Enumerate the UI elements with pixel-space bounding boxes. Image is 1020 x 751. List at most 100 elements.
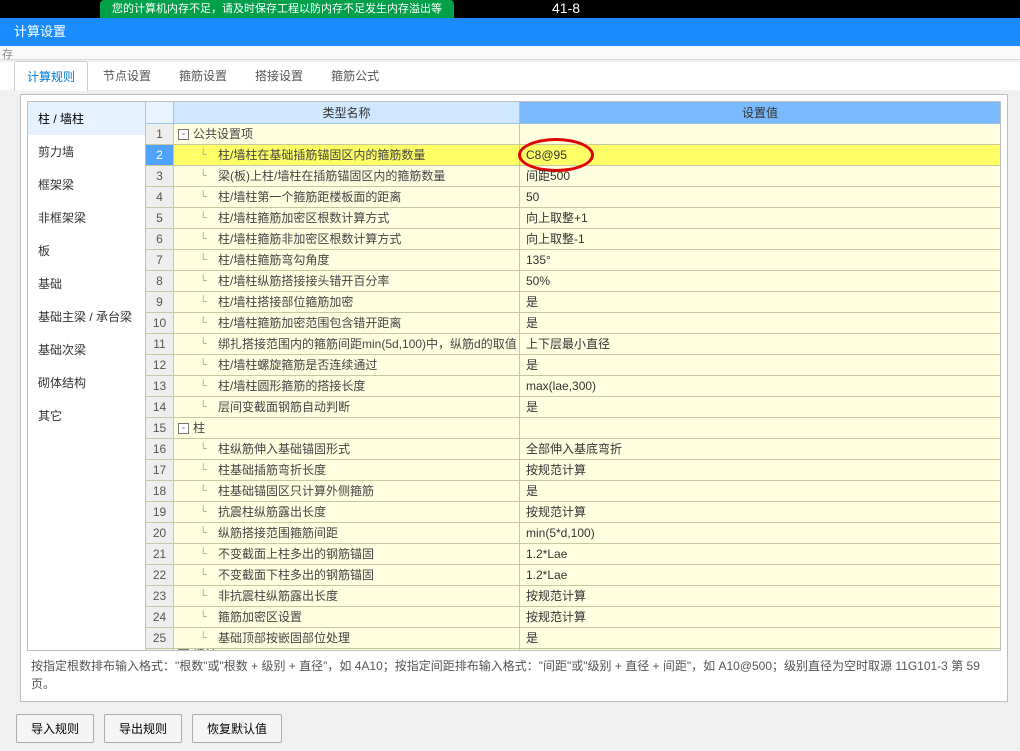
- table-row[interactable]: 16 └ 柱纵筋伸入基础锚固形式全部伸入基底弯折: [146, 439, 1000, 460]
- table-row[interactable]: 21 └ 不变截面上柱多出的钢筋锚固1.2*Lae: [146, 544, 1000, 565]
- sidebar-item-2[interactable]: 框架梁: [28, 168, 145, 201]
- row-label: 墙柱: [193, 649, 217, 650]
- row-value-cell[interactable]: 是: [520, 628, 1000, 648]
- table-row[interactable]: 6 └ 柱/墙柱箍筋非加密区根数计算方式向上取整-1: [146, 229, 1000, 250]
- row-number: 9: [146, 292, 174, 312]
- row-value-cell[interactable]: max(lae,300): [520, 376, 1000, 396]
- table-row[interactable]: 7 └ 柱/墙柱箍筋弯勾角度135°: [146, 250, 1000, 271]
- row-name-cell: └ 层间变截面钢筋自动判断: [174, 397, 520, 417]
- grid-header-name[interactable]: 类型名称: [174, 102, 520, 123]
- table-row[interactable]: 3 └ 梁(板)上柱/墙柱在插筋锚固区内的箍筋数量间距500: [146, 166, 1000, 187]
- row-label: 柱基础锚固区只计算外侧箍筋: [218, 481, 374, 501]
- table-row[interactable]: 10 └ 柱/墙柱箍筋加密范围包含错开距离是: [146, 313, 1000, 334]
- row-value-cell[interactable]: 1.2*Lae: [520, 544, 1000, 564]
- tab-4[interactable]: 箍筋公式: [318, 60, 392, 90]
- row-number: 2: [146, 145, 174, 165]
- row-value-cell[interactable]: 是: [520, 397, 1000, 417]
- tree-line-icon: └: [178, 607, 214, 627]
- row-value-cell[interactable]: 是: [520, 481, 1000, 501]
- export-rules-button[interactable]: 导出规则: [104, 714, 182, 743]
- table-row[interactable]: 8 └ 柱/墙柱纵筋搭接接头错开百分率50%: [146, 271, 1000, 292]
- row-label: 柱/墙柱第一个箍筋距楼板面的距离: [218, 187, 401, 207]
- row-value-cell[interactable]: [520, 418, 1000, 438]
- row-value-cell[interactable]: 是: [520, 355, 1000, 375]
- row-value-cell[interactable]: 按规范计算: [520, 460, 1000, 480]
- row-name-cell: -公共设置项: [174, 124, 520, 144]
- table-row[interactable]: 1-公共设置项: [146, 124, 1000, 145]
- row-value-cell[interactable]: 是: [520, 292, 1000, 312]
- row-value-cell[interactable]: 50: [520, 187, 1000, 207]
- tabs-bar: 计算规则节点设置箍筋设置搭接设置箍筋公式: [0, 62, 1020, 90]
- row-number: 26: [146, 649, 174, 650]
- table-row[interactable]: 17 └ 柱基础插筋弯折长度按规范计算: [146, 460, 1000, 481]
- table-row[interactable]: 26 + 墙柱: [146, 649, 1000, 650]
- table-row[interactable]: 11 └ 绑扎搭接范围内的箍筋间距min(5d,100)中，纵筋d的取值上下层最…: [146, 334, 1000, 355]
- row-value-cell[interactable]: [520, 649, 1000, 650]
- row-value-cell[interactable]: 全部伸入基底弯折: [520, 439, 1000, 459]
- row-number: 7: [146, 250, 174, 270]
- sidebar-item-9[interactable]: 其它: [28, 399, 145, 432]
- row-value-cell[interactable]: 按规范计算: [520, 502, 1000, 522]
- table-row[interactable]: 13 └ 柱/墙柱圆形箍筋的搭接长度max(lae,300): [146, 376, 1000, 397]
- table-row[interactable]: 20 └ 纵筋搭接范围箍筋间距min(5*d,100): [146, 523, 1000, 544]
- tab-3[interactable]: 搭接设置: [242, 60, 316, 90]
- table-row[interactable]: 5 └ 柱/墙柱箍筋加密区根数计算方式向上取整+1: [146, 208, 1000, 229]
- row-name-cell: └ 柱/墙柱箍筋加密范围包含错开距离: [174, 313, 520, 333]
- row-number: 15: [146, 418, 174, 438]
- row-label: 箍筋加密区设置: [218, 607, 302, 627]
- row-value-cell[interactable]: 上下层最小直径: [520, 334, 1000, 354]
- table-row[interactable]: 2 └ 柱/墙柱在基础插筋锚固区内的箍筋数量C8@95: [146, 145, 1000, 166]
- tree-line-icon: └: [178, 481, 214, 501]
- tab-0[interactable]: 计算规则: [14, 61, 88, 91]
- table-row[interactable]: 19 └ 抗震柱纵筋露出长度按规范计算: [146, 502, 1000, 523]
- sidebar-item-5[interactable]: 基础: [28, 267, 145, 300]
- tree-line-icon: └: [178, 145, 214, 165]
- table-row[interactable]: 22 └ 不变截面下柱多出的钢筋锚固1.2*Lae: [146, 565, 1000, 586]
- sidebar-item-3[interactable]: 非框架梁: [28, 201, 145, 234]
- row-name-cell: └ 柱/墙柱纵筋搭接接头错开百分率: [174, 271, 520, 291]
- row-value-cell[interactable]: 1.2*Lae: [520, 565, 1000, 585]
- tab-1[interactable]: 节点设置: [90, 60, 164, 90]
- table-row[interactable]: 24 └ 箍筋加密区设置按规范计算: [146, 607, 1000, 628]
- row-value-cell[interactable]: 按规范计算: [520, 607, 1000, 627]
- row-value-cell[interactable]: 135°: [520, 250, 1000, 270]
- table-row[interactable]: 25 └ 基础顶部按嵌固部位处理是: [146, 628, 1000, 649]
- row-value-cell[interactable]: 间距500: [520, 166, 1000, 186]
- table-row[interactable]: 23 └ 非抗震柱纵筋露出长度按规范计算: [146, 586, 1000, 607]
- collapse-icon[interactable]: -: [178, 129, 189, 140]
- row-number: 10: [146, 313, 174, 333]
- row-label: 柱/墙柱纵筋搭接接头错开百分率: [218, 271, 389, 291]
- row-value-cell[interactable]: 向上取整-1: [520, 229, 1000, 249]
- collapse-icon[interactable]: -: [178, 423, 189, 434]
- row-value-cell[interactable]: [520, 124, 1000, 144]
- sidebar-item-6[interactable]: 基础主梁 / 承台梁: [28, 300, 145, 333]
- table-row[interactable]: 12 └ 柱/墙柱螺旋箍筋是否连续通过是: [146, 355, 1000, 376]
- row-value-cell[interactable]: 按规范计算: [520, 586, 1000, 606]
- top-code: 41-8: [552, 0, 580, 16]
- row-value-cell[interactable]: min(5*d,100): [520, 523, 1000, 543]
- table-row[interactable]: 9 └ 柱/墙柱搭接部位箍筋加密是: [146, 292, 1000, 313]
- row-value-cell[interactable]: C8@95: [520, 145, 1000, 165]
- row-value-cell[interactable]: 50%: [520, 271, 1000, 291]
- row-value-cell[interactable]: 是: [520, 313, 1000, 333]
- table-row[interactable]: 15-柱: [146, 418, 1000, 439]
- sidebar-item-7[interactable]: 基础次梁: [28, 333, 145, 366]
- sidebar-item-4[interactable]: 板: [28, 234, 145, 267]
- grid-header-value[interactable]: 设置值: [520, 102, 1000, 123]
- tab-2[interactable]: 箍筋设置: [166, 60, 240, 90]
- expand-icon[interactable]: +: [178, 649, 189, 650]
- sidebar-item-8[interactable]: 砌体结构: [28, 366, 145, 399]
- row-name-cell: └ 柱基础锚固区只计算外侧箍筋: [174, 481, 520, 501]
- row-value-cell[interactable]: 向上取整+1: [520, 208, 1000, 228]
- table-row[interactable]: 4 └ 柱/墙柱第一个箍筋距楼板面的距离50: [146, 187, 1000, 208]
- tree-line-icon: └: [178, 565, 214, 585]
- import-rules-button[interactable]: 导入规则: [16, 714, 94, 743]
- table-row[interactable]: 14 └ 层间变截面钢筋自动判断是: [146, 397, 1000, 418]
- sidebar-item-0[interactable]: 柱 / 墙柱: [28, 102, 145, 135]
- sidebar-item-1[interactable]: 剪力墙: [28, 135, 145, 168]
- table-row[interactable]: 18 └ 柱基础锚固区只计算外侧箍筋是: [146, 481, 1000, 502]
- restore-default-button[interactable]: 恢复默认值: [192, 714, 282, 743]
- subbar-icon: 存: [0, 46, 12, 60]
- memory-warning-banner: 您的计算机内存不足，请及时保存工程以防内存不足发生内存溢出等: [100, 0, 454, 18]
- row-name-cell: └ 柱基础插筋弯折长度: [174, 460, 520, 480]
